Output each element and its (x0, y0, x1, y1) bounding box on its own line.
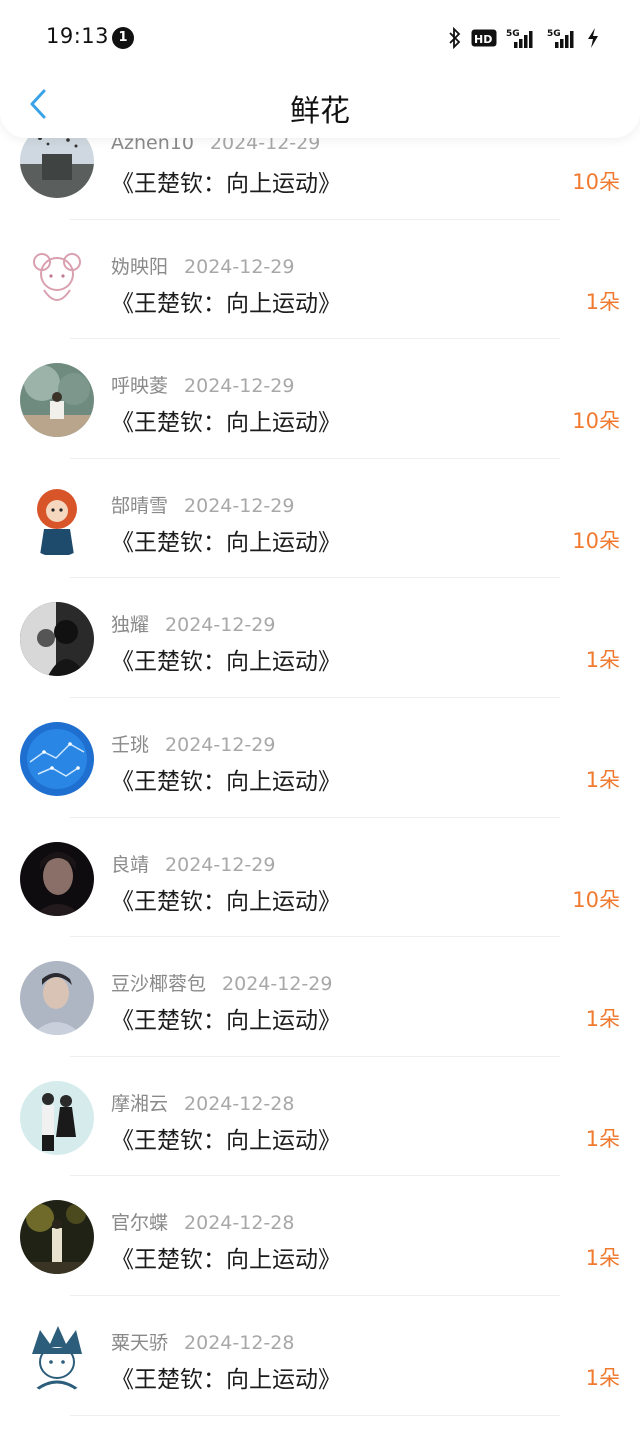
avatar[interactable] (20, 363, 94, 438)
date: 2024-12-29 (184, 494, 295, 517)
date: 2024-12-28 (184, 1212, 295, 1235)
avatar[interactable] (20, 841, 94, 916)
list-item[interactable]: 摩湘云 2024-12-28 《王楚钦：向上运动》 1朵 (0, 1057, 640, 1177)
svg-text:HD: HD (474, 33, 492, 46)
book-title[interactable]: 《王楚钦：向上运动》 (111, 642, 341, 676)
user-info: 妫映阳 2024-12-29 (111, 252, 294, 279)
username[interactable]: 豆沙椰蓉包 (111, 973, 206, 995)
book-title[interactable]: 《王楚钦：向上运动》 (111, 284, 341, 318)
book-title[interactable]: 《王楚钦：向上运动》 (111, 164, 341, 198)
book-title[interactable]: 《王楚钦：向上运动》 (111, 762, 341, 796)
flower-count: 1朵 (585, 1365, 620, 1390)
date: 2024-12-29 (165, 733, 276, 756)
book-title[interactable]: 《王楚钦：向上运动》 (111, 523, 341, 557)
flower-count: 10朵 (572, 170, 620, 194)
user-info: 壬珧 2024-12-29 (111, 730, 275, 757)
username[interactable]: 官尔蝶 (111, 1212, 168, 1234)
date: 2024-12-28 (184, 1331, 295, 1354)
username[interactable]: 壬珧 (111, 734, 149, 756)
divider (70, 1414, 560, 1416)
flower-count: 1朵 (585, 1126, 620, 1151)
list-item[interactable]: 良靖 2024-12-29 《王楚钦：向上运动》 10朵 (0, 818, 640, 938)
page-title: 鲜花 (290, 94, 350, 129)
signal-5g-icon: 5G (506, 27, 536, 49)
user-info: 良靖 2024-12-29 (111, 850, 275, 877)
user-info: 官尔蝶 2024-12-28 (111, 1208, 294, 1235)
list-item[interactable]: 呼映菱 2024-12-29 《王楚钦：向上运动》 10朵 (0, 339, 640, 459)
user-info: 呼映菱 2024-12-29 (111, 371, 294, 398)
date: 2024-12-29 (165, 614, 276, 637)
nav-bar: 鲜花 (0, 76, 640, 136)
avatar[interactable] (20, 243, 94, 318)
list-item[interactable]: 郜晴雪 2024-12-29 《王楚钦：向上运动》 10朵 (0, 459, 640, 579)
username[interactable]: 粟天骄 (111, 1332, 168, 1354)
flower-count: 1朵 (585, 289, 620, 314)
list-item[interactable]: 官尔蝶 2024-12-28 《王楚钦：向上运动》 1朵 (0, 1176, 640, 1296)
status-bar: 19:13 1 HD 5G 5G (0, 0, 640, 76)
user-info: 粟天骄 2024-12-28 (111, 1328, 294, 1355)
list-item[interactable]: 壬珧 2024-12-29 《王楚钦：向上运动》 1朵 (0, 698, 640, 818)
hd-voice-icon: HD (471, 28, 497, 48)
username[interactable]: 郜晴雪 (111, 495, 168, 517)
signal-5g-icon: 5G (545, 27, 577, 49)
book-title[interactable]: 《王楚钦：向上运动》 (111, 1001, 341, 1035)
book-title[interactable]: 《王楚钦：向上运动》 (111, 403, 341, 437)
user-info: 摩湘云 2024-12-28 (111, 1089, 294, 1116)
avatar[interactable] (20, 721, 94, 796)
list-item[interactable]: 妫映阳 2024-12-29 《王楚钦：向上运动》 1朵 (0, 220, 640, 340)
avatar[interactable] (20, 961, 94, 1036)
user-info: 郜晴雪 2024-12-29 (111, 491, 294, 518)
flower-count: 1朵 (585, 1246, 620, 1271)
avatar[interactable] (20, 1200, 94, 1275)
svg-text:5G: 5G (506, 29, 520, 39)
username[interactable]: 呼映菱 (111, 375, 168, 397)
flower-list[interactable]: Azhen10 2024-12-29 《王楚钦：向上运动》 10朵 妫映阳 2024… (0, 100, 640, 1416)
username[interactable]: 妫映阳 (111, 256, 168, 278)
avatar[interactable] (20, 482, 94, 557)
status-icons: HD 5G 5G (448, 26, 600, 50)
date: 2024-12-28 (184, 1092, 295, 1115)
user-info: 豆沙椰蓉包 2024-12-29 (111, 969, 332, 996)
flower-count: 1朵 (585, 767, 620, 792)
flower-count: 10朵 (572, 887, 620, 912)
notification-badge: 1 (112, 27, 134, 49)
status-time: 19:13 (46, 24, 110, 48)
user-info: 独耀 2024-12-29 (111, 610, 275, 637)
list-item[interactable]: 独耀 2024-12-29 《王楚钦：向上运动》 1朵 (0, 578, 640, 698)
svg-text:5G: 5G (547, 29, 561, 39)
date: 2024-12-29 (184, 375, 295, 398)
flower-count: 10朵 (572, 528, 620, 553)
username[interactable]: 摩湘云 (111, 1093, 168, 1115)
flower-count: 1朵 (585, 648, 620, 673)
list-item[interactable]: 粟天骄 2024-12-28 《王楚钦：向上运动》 1朵 (0, 1296, 640, 1416)
date: 2024-12-29 (184, 255, 295, 278)
avatar[interactable] (20, 1319, 94, 1394)
book-title[interactable]: 《王楚钦：向上运动》 (111, 1121, 341, 1155)
username[interactable]: 独耀 (111, 614, 149, 636)
flower-count: 10朵 (572, 409, 620, 434)
date: 2024-12-29 (222, 973, 333, 996)
avatar[interactable] (20, 1080, 94, 1155)
screen: Azhen10 2024-12-29 《王楚钦：向上运动》 10朵 妫映阳 2024… (0, 0, 640, 1431)
header-card: 19:13 1 HD 5G 5G 鲜花 (0, 0, 640, 138)
bluetooth-icon (448, 27, 462, 49)
username[interactable]: 良靖 (111, 854, 149, 876)
charging-icon (586, 27, 600, 49)
book-title[interactable]: 《王楚钦：向上运动》 (111, 882, 341, 916)
flower-count: 1朵 (585, 1007, 620, 1032)
book-title[interactable]: 《王楚钦：向上运动》 (111, 1240, 341, 1274)
date: 2024-12-29 (165, 853, 276, 876)
book-title[interactable]: 《王楚钦：向上运动》 (111, 1360, 341, 1394)
list-item[interactable]: 豆沙椰蓉包 2024-12-29 《王楚钦：向上运动》 1朵 (0, 937, 640, 1057)
avatar[interactable] (20, 602, 94, 677)
